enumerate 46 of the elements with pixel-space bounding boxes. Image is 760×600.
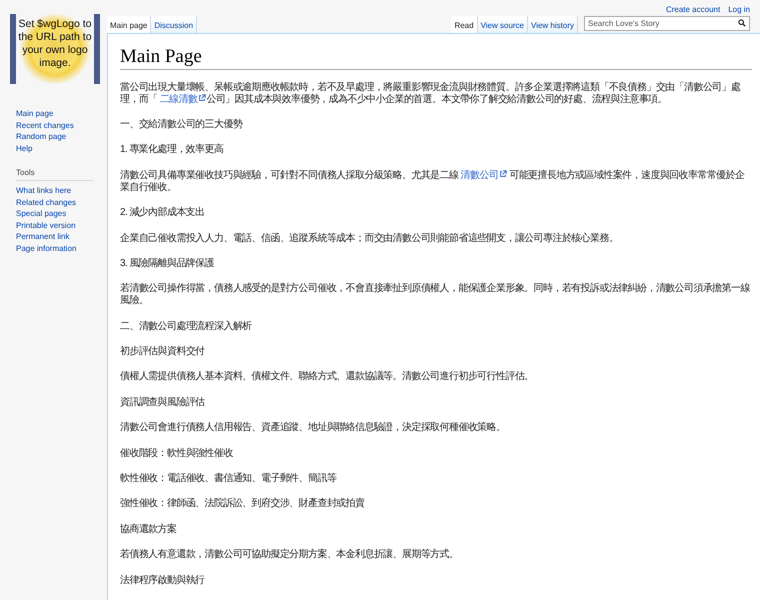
sidebar-link[interactable]: Page information	[16, 242, 107, 254]
sidebar-link[interactable]: Printable version	[16, 220, 107, 231]
sidebar-link[interactable]: Help	[16, 142, 107, 154]
external-link-icon[interactable]	[499, 170, 508, 178]
sidebar-link[interactable]: Main page	[16, 108, 107, 120]
sidebar-link[interactable]: Permanent link	[16, 231, 107, 242]
view-tab[interactable]: View source	[478, 16, 528, 33]
external-link[interactable]: 清數公司	[460, 170, 508, 181]
sidebar-link[interactable]: Recent changes	[16, 120, 107, 131]
paragraph: 資訊調查與風險評估	[120, 396, 206, 409]
page-tab[interactable]: Main page	[107, 16, 152, 33]
external-link-icon[interactable]	[198, 94, 206, 102]
paragraph: 法律程序啟動與執行	[120, 574, 206, 587]
page-tab[interactable]: Discussion	[151, 16, 198, 33]
sidebar-link[interactable]: Random page	[16, 131, 107, 142]
paragraph: 一、交給清數公司的三大優勢	[120, 118, 244, 131]
search-input[interactable]: Search Love's Story	[588, 18, 738, 28]
paragraph: 3. 風險隔離與品牌保護	[120, 258, 215, 270]
paragraph: 協商還款方案	[120, 524, 178, 536]
external-link[interactable]: 二線清數	[160, 94, 206, 105]
paragraph: 清數公司具備專業催收技巧與經驗，可針對不同債務人採取分級策略。尤其是二線 清數公司 可能更擅長地方或區域性案件，速度與回收率常常優於企業自行催收。	[120, 170, 746, 194]
sidebar-heading: Tools	[16, 168, 93, 181]
paragraph: 若清數公司操作得當，債務人感受的是對方公司催收，不會直接牽扯到原債權人，能保護企業形象。同時，若有投訴或法律糾紛，清數公司須承擔第一線風險。	[120, 283, 751, 308]
paragraph: 2. 減少內部成本支出	[120, 207, 206, 220]
page-title: Main Page	[120, 46, 752, 70]
logo[interactable]: Set $wgLogo to the URL path to your own logo image.	[10, 14, 100, 84]
paragraph: 清數公司會進行債務人信用報告、資產追蹤、地址與聯絡信息驗證，決定採取何種催收策略。	[120, 422, 506, 434]
account-link[interactable]: Create account	[666, 5, 720, 16]
paragraph: 若債務人有意還款，清數公司可協助擬定分期方案、本金利息折讓、展期等方式。	[120, 549, 460, 562]
search-field[interactable]: Search Love's Story	[584, 16, 750, 31]
sidebar-link[interactable]: Related changes	[16, 196, 107, 208]
view-tab[interactable]: View history	[528, 16, 578, 33]
paragraph: 初步評估與資料交付	[120, 346, 206, 358]
paragraph: 企業自己催收需投入人力、電話、信函、追蹤系統等成本；而交由清數公司則能節省這些開支，讓公司專注於核心業務。	[120, 232, 620, 245]
paragraph: 催收階段：軟性與強性催收	[120, 448, 234, 460]
account-link[interactable]: Log in	[728, 5, 750, 16]
paragraph: 當公司出現大量壞帳、呆帳或逾期應收帳款時，若不及早處理，將嚴重影響現金流與財務體質。許多企業選擇將這類「不良債務」交由「清數公司」處理，而「 二線清數 公司」因其成本與效率優勢，成為不少中小企業的首選。本文帶你了解交給清數公司的好處、流程與注意事項。	[120, 82, 742, 106]
view-tab[interactable]: Read	[451, 16, 478, 33]
paragraph: 二、清數公司處理流程深入解析	[120, 320, 253, 333]
paragraph: 債權人需提供債務人基本資料、債權文件、聯絡方式、還款協議等。清數公司進行初步可行性評估。	[120, 371, 535, 384]
paragraph: 強性催收：律師函、法院訴訟、到府交涉、財產查封或拍賣	[120, 498, 366, 510]
search-icon[interactable]	[738, 19, 746, 28]
sidebar-link[interactable]: What links here	[16, 185, 107, 196]
sidebar-link[interactable]: Special pages	[16, 208, 107, 220]
paragraph: 1. 專業化處理，效率更高	[120, 144, 224, 156]
paragraph: 軟性催收：電話催收、書信通知、電子郵件、簡訊等	[120, 473, 338, 486]
